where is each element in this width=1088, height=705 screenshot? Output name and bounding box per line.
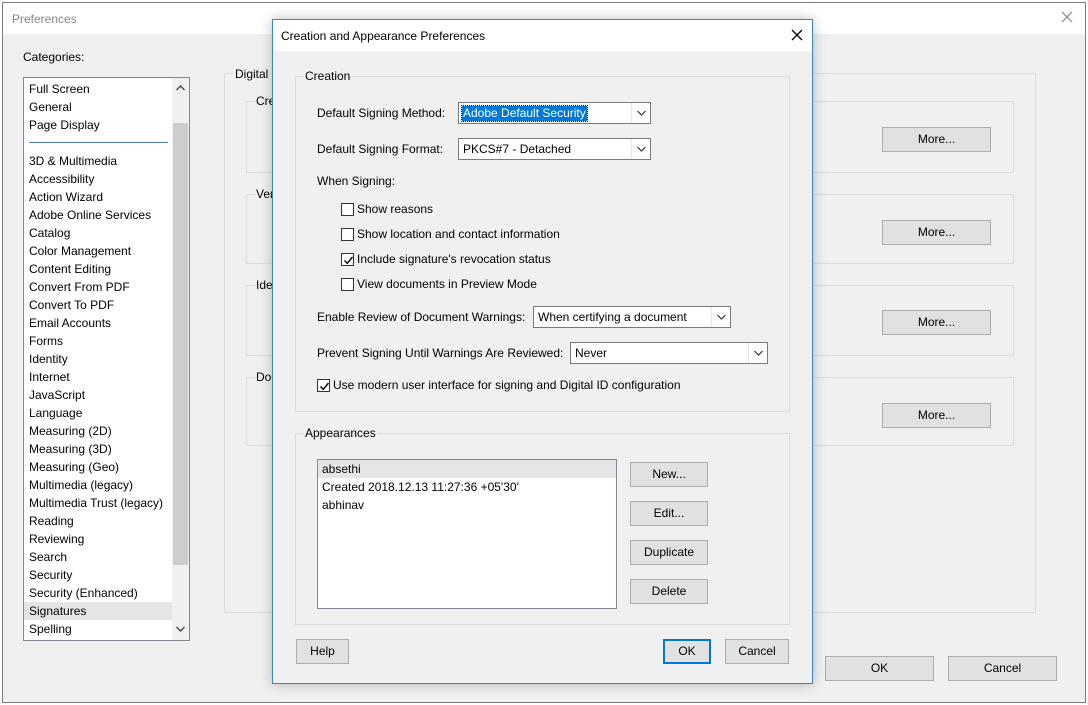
edit-appearance-button[interactable]: Edit... <box>630 501 708 526</box>
when-signing-checkbox[interactable]: View documents in Preview Mode <box>341 277 537 291</box>
dialog-titlebar: Creation and Appearance Preferences <box>273 20 812 51</box>
creation-more-button[interactable]: More... <box>882 127 991 152</box>
checkbox-label: View documents in Preview Mode <box>357 277 537 291</box>
prevent-signing-value: Never <box>575 346 608 360</box>
list-item[interactable]: abhinav <box>318 496 616 514</box>
category-item[interactable]: Spelling <box>24 620 172 638</box>
category-item[interactable]: Adobe Online Services <box>24 206 172 224</box>
chevron-down-icon[interactable] <box>631 139 650 159</box>
category-item[interactable]: Content Editing <box>24 260 172 278</box>
prevent-signing-select[interactable]: Never <box>570 342 768 364</box>
modern-ui-label: Use modern user interface for signing an… <box>333 378 681 392</box>
review-warnings-select[interactable]: When certifying a document <box>533 306 731 328</box>
new-appearance-button[interactable]: New... <box>630 462 708 487</box>
chevron-down-icon[interactable] <box>711 307 730 327</box>
list-item[interactable]: Created 2018.12.13 11:27:36 +05'30' <box>318 478 616 496</box>
cancel-button[interactable]: Cancel <box>725 639 789 664</box>
checkbox-box[interactable] <box>341 277 354 291</box>
review-warnings-label: Enable Review of Document Warnings: <box>317 310 526 324</box>
category-separator <box>24 134 172 152</box>
category-item[interactable]: Signatures <box>24 602 172 620</box>
chevron-down-icon[interactable] <box>631 103 650 123</box>
checkbox-box[interactable] <box>341 252 354 266</box>
delete-appearance-button[interactable]: Delete <box>630 579 708 604</box>
category-item[interactable]: Identity <box>24 350 172 368</box>
category-item[interactable]: Reviewing <box>24 530 172 548</box>
modern-ui-checkbox[interactable]: Use modern user interface for signing an… <box>317 378 681 392</box>
timestamp-group-label: Do <box>256 370 272 384</box>
appearances-group-label: Appearances <box>304 426 377 440</box>
category-item[interactable]: Full Screen <box>24 80 172 98</box>
category-item[interactable]: Internet <box>24 368 172 386</box>
category-item[interactable]: Search <box>24 548 172 566</box>
checkbox-box[interactable] <box>341 227 354 241</box>
duplicate-appearance-button[interactable]: Duplicate <box>630 540 708 565</box>
preferences-title: Preferences <box>12 12 77 26</box>
category-item[interactable]: Email Accounts <box>24 314 172 332</box>
dialog-title: Creation and Appearance Preferences <box>281 29 486 43</box>
category-item[interactable]: Page Display <box>24 116 172 134</box>
identities-more-button[interactable]: More... <box>882 310 991 335</box>
category-item[interactable]: Convert To PDF <box>24 296 172 314</box>
categories-label: Categories: <box>23 50 85 64</box>
category-item[interactable]: Measuring (2D) <box>24 422 172 440</box>
category-item[interactable]: Language <box>24 404 172 422</box>
category-item[interactable]: Multimedia Trust (legacy) <box>24 494 172 512</box>
category-item[interactable]: General <box>24 98 172 116</box>
signing-format-label: Default Signing Format: <box>317 142 444 156</box>
category-item[interactable]: Security (Enhanced) <box>24 584 172 602</box>
when-signing-checkbox[interactable]: Include signature's revocation status <box>341 252 551 266</box>
category-item[interactable]: Forms <box>24 332 172 350</box>
category-item[interactable]: Catalog <box>24 224 172 242</box>
preferences-cancel-button[interactable]: Cancel <box>948 656 1057 681</box>
checkbox-box[interactable] <box>341 202 354 216</box>
category-item[interactable]: Security <box>24 566 172 584</box>
appearances-list[interactable]: absethi Created 2018.12.13 11:27:36 +05'… <box>317 459 617 609</box>
category-item[interactable]: Reading <box>24 512 172 530</box>
scroll-up-icon[interactable] <box>172 80 189 97</box>
category-item[interactable]: Convert From PDF <box>24 278 172 296</box>
ok-button[interactable]: OK <box>663 639 711 664</box>
categories-list[interactable]: Full Screen General Page Display 3D & Multi… <box>23 77 190 641</box>
signing-method-value: Adobe Default Security <box>461 105 588 122</box>
signing-format-value: PKCS#7 - Detached <box>463 142 572 156</box>
categories-items: Full Screen General Page Display 3D & Multi… <box>24 80 172 638</box>
category-item[interactable]: Action Wizard <box>24 188 172 206</box>
identities-group-label: Ide <box>256 278 273 292</box>
when-signing-label: When Signing: <box>317 174 396 188</box>
signing-format-select[interactable]: PKCS#7 - Detached <box>458 138 651 160</box>
category-item[interactable]: Accessibility <box>24 170 172 188</box>
preferences-ok-button[interactable]: OK <box>825 656 934 681</box>
close-icon[interactable] <box>788 26 806 44</box>
checkbox-label: Show location and contact information <box>357 227 560 241</box>
category-item[interactable]: Measuring (Geo) <box>24 458 172 476</box>
prevent-signing-label: Prevent Signing Until Warnings Are Revie… <box>317 346 564 360</box>
signing-method-select[interactable]: Adobe Default Security <box>458 102 651 124</box>
category-item[interactable]: Multimedia (legacy) <box>24 476 172 494</box>
category-item[interactable]: 3D & Multimedia <box>24 152 172 170</box>
help-button[interactable]: Help <box>296 639 349 664</box>
category-item[interactable]: Color Management <box>24 242 172 260</box>
when-signing-checkbox[interactable]: Show reasons <box>341 202 433 216</box>
categories-scrollbar[interactable] <box>172 78 189 640</box>
close-icon[interactable] <box>1059 9 1075 25</box>
scroll-down-icon[interactable] <box>172 621 189 638</box>
list-item[interactable]: absethi <box>318 460 616 478</box>
scrollbar-thumb[interactable] <box>173 123 188 565</box>
category-item[interactable]: Measuring (3D) <box>24 440 172 458</box>
checkbox-box[interactable] <box>317 378 330 392</box>
verification-more-button[interactable]: More... <box>882 220 991 245</box>
digital-signatures-label: Digital <box>233 67 271 81</box>
chevron-down-icon[interactable] <box>748 343 767 363</box>
creation-appearance-dialog: Creation and Appearance Preferences Crea… <box>272 19 813 684</box>
checkbox-label: Show reasons <box>357 202 434 216</box>
timestamp-more-button[interactable]: More... <box>882 403 991 428</box>
when-signing-checkbox[interactable]: Show location and contact information <box>341 227 560 241</box>
category-item[interactable]: JavaScript <box>24 386 172 404</box>
checkbox-label: Include signature's revocation status <box>357 252 551 266</box>
signing-method-label: Default Signing Method: <box>317 106 446 120</box>
creation-group-label: Creation <box>304 69 352 83</box>
review-warnings-value: When certifying a document <box>538 310 687 324</box>
